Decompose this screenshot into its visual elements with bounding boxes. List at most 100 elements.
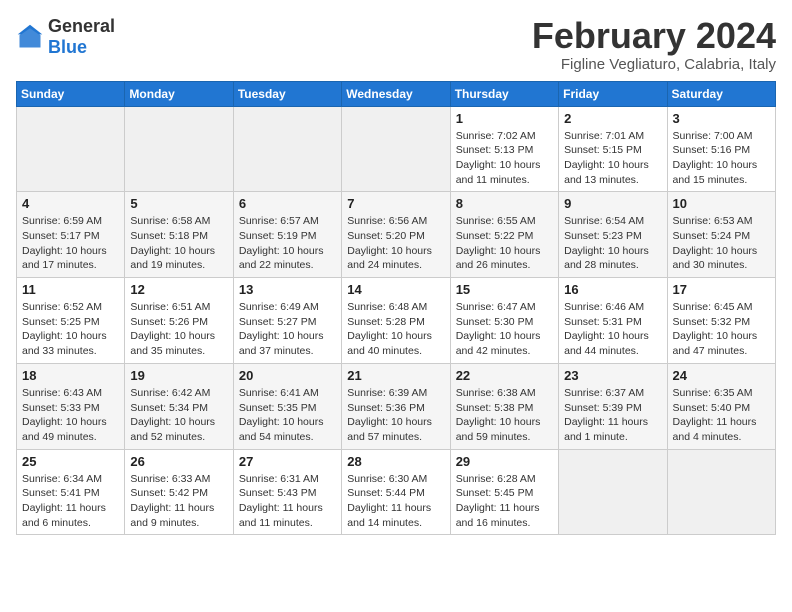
day-info: Sunrise: 6:54 AMSunset: 5:23 PMDaylight:…: [564, 214, 661, 273]
day-number: 25: [22, 454, 119, 469]
day-cell-2: 2Sunrise: 7:01 AMSunset: 5:15 PMDaylight…: [559, 106, 667, 192]
day-number: 7: [347, 196, 444, 211]
weekday-header-row: SundayMondayTuesdayWednesdayThursdayFrid…: [17, 81, 776, 106]
day-info: Sunrise: 6:58 AMSunset: 5:18 PMDaylight:…: [130, 214, 227, 273]
day-number: 29: [456, 454, 553, 469]
day-number: 28: [347, 454, 444, 469]
day-cell-28: 28 Sunrise: 6:30 AMSunset: 5:44 PMDayligh…: [342, 449, 450, 535]
day-number: 19: [130, 368, 227, 383]
logo-text-general: General: [48, 16, 115, 36]
day-number: 8: [456, 196, 553, 211]
weekday-header-tuesday: Tuesday: [233, 81, 341, 106]
day-cell-13: 13 Sunrise: 6:49 AMSunset: 5:27 PMDayligh…: [233, 278, 341, 364]
day-number: 1: [456, 111, 553, 126]
weekday-header-saturday: Saturday: [667, 81, 775, 106]
day-cell-25: 25 Sunrise: 6:34 AMSunset: 5:41 PMDayligh…: [17, 449, 125, 535]
logo-text-blue: Blue: [48, 37, 87, 57]
day-number: 16: [564, 282, 661, 297]
day-info: Sunrise: 6:59 AMSunset: 5:17 PMDaylight:…: [22, 214, 119, 273]
logo-text: General Blue: [48, 16, 115, 58]
day-cell-19: 19 Sunrise: 6:42 AMSunset: 5:34 PMDayligh…: [125, 363, 233, 449]
day-cell-3: 3Sunrise: 7:00 AMSunset: 5:16 PMDaylight…: [667, 106, 775, 192]
day-cell-18: 18Sunrise: 6:43 AMSunset: 5:33 PMDayligh…: [17, 363, 125, 449]
empty-cell: [342, 106, 450, 192]
day-number: 18: [22, 368, 119, 383]
day-cell-27: 27 Sunrise: 6:31 AMSunset: 5:43 PMDayligh…: [233, 449, 341, 535]
day-number: 21: [347, 368, 444, 383]
day-info: Sunrise: 6:39 AMSunset: 5:36 PMDaylight:…: [347, 386, 444, 445]
week-row-5: 25 Sunrise: 6:34 AMSunset: 5:41 PMDayligh…: [17, 449, 776, 535]
weekday-header-friday: Friday: [559, 81, 667, 106]
logo: General Blue: [16, 16, 115, 58]
week-row-4: 18Sunrise: 6:43 AMSunset: 5:33 PMDayligh…: [17, 363, 776, 449]
day-number: 24: [673, 368, 770, 383]
day-number: 22: [456, 368, 553, 383]
day-cell-9: 9 Sunrise: 6:54 AMSunset: 5:23 PMDaylight…: [559, 192, 667, 278]
day-cell-17: 17 Sunrise: 6:45 AMSunset: 5:32 PMDayligh…: [667, 278, 775, 364]
weekday-header-wednesday: Wednesday: [342, 81, 450, 106]
day-cell-23: 23Sunrise: 6:37 AMSunset: 5:39 PMDayligh…: [559, 363, 667, 449]
day-number: 11: [22, 282, 119, 297]
day-info: Sunrise: 6:49 AMSunset: 5:27 PMDaylight:…: [239, 300, 336, 359]
day-info: Sunrise: 6:28 AMSunset: 5:45 PMDaylight:…: [456, 472, 553, 531]
week-row-2: 4Sunrise: 6:59 AMSunset: 5:17 PMDaylight…: [17, 192, 776, 278]
day-info: Sunrise: 6:57 AMSunset: 5:19 PMDaylight:…: [239, 214, 336, 273]
day-number: 6: [239, 196, 336, 211]
day-cell-10: 10 Sunrise: 6:53 AMSunset: 5:24 PMDayligh…: [667, 192, 775, 278]
day-info: Sunrise: 6:38 AMSunset: 5:38 PMDaylight:…: [456, 386, 553, 445]
week-row-1: 1 Sunrise: 7:02 AMSunset: 5:13 PMDaylight…: [17, 106, 776, 192]
day-cell-16: 16 Sunrise: 6:46 AMSunset: 5:31 PMDayligh…: [559, 278, 667, 364]
week-row-3: 11 Sunrise: 6:52 AMSunset: 5:25 PMDayligh…: [17, 278, 776, 364]
day-cell-5: 5 Sunrise: 6:58 AMSunset: 5:18 PMDaylight…: [125, 192, 233, 278]
location: Figline Vegliaturo, Calabria, Italy: [532, 56, 776, 73]
day-cell-12: 12Sunrise: 6:51 AMSunset: 5:26 PMDayligh…: [125, 278, 233, 364]
title-block: February 2024 Figline Vegliaturo, Calabr…: [532, 16, 776, 73]
calendar-table: SundayMondayTuesdayWednesdayThursdayFrid…: [16, 81, 776, 536]
weekday-header-monday: Monday: [125, 81, 233, 106]
day-cell-20: 20Sunrise: 6:41 AMSunset: 5:35 PMDayligh…: [233, 363, 341, 449]
day-number: 9: [564, 196, 661, 211]
day-number: 14: [347, 282, 444, 297]
day-info: Sunrise: 6:46 AMSunset: 5:31 PMDaylight:…: [564, 300, 661, 359]
day-info: Sunrise: 6:30 AMSunset: 5:44 PMDaylight:…: [347, 472, 444, 531]
day-number: 2: [564, 111, 661, 126]
day-number: 10: [673, 196, 770, 211]
day-cell-1: 1 Sunrise: 7:02 AMSunset: 5:13 PMDaylight…: [450, 106, 558, 192]
day-info: Sunrise: 6:42 AMSunset: 5:34 PMDaylight:…: [130, 386, 227, 445]
day-cell-15: 15 Sunrise: 6:47 AMSunset: 5:30 PMDayligh…: [450, 278, 558, 364]
day-number: 13: [239, 282, 336, 297]
day-info: Sunrise: 6:35 AMSunset: 5:40 PMDaylight:…: [673, 386, 770, 445]
day-info: Sunrise: 6:48 AMSunset: 5:28 PMDaylight:…: [347, 300, 444, 359]
page-header: General Blue February 2024 Figline Vegli…: [16, 16, 776, 73]
month-title: February 2024: [532, 16, 776, 56]
day-cell-21: 21 Sunrise: 6:39 AMSunset: 5:36 PMDayligh…: [342, 363, 450, 449]
day-info: Sunrise: 7:02 AMSunset: 5:13 PMDaylight:…: [456, 129, 553, 188]
day-info: Sunrise: 7:00 AMSunset: 5:16 PMDaylight:…: [673, 129, 770, 188]
day-number: 15: [456, 282, 553, 297]
day-info: Sunrise: 6:31 AMSunset: 5:43 PMDaylight:…: [239, 472, 336, 531]
day-info: Sunrise: 6:45 AMSunset: 5:32 PMDaylight:…: [673, 300, 770, 359]
day-cell-22: 22 Sunrise: 6:38 AMSunset: 5:38 PMDayligh…: [450, 363, 558, 449]
day-info: Sunrise: 6:53 AMSunset: 5:24 PMDaylight:…: [673, 214, 770, 273]
day-cell-4: 4Sunrise: 6:59 AMSunset: 5:17 PMDaylight…: [17, 192, 125, 278]
day-number: 27: [239, 454, 336, 469]
day-cell-24: 24 Sunrise: 6:35 AMSunset: 5:40 PMDayligh…: [667, 363, 775, 449]
day-number: 23: [564, 368, 661, 383]
day-number: 17: [673, 282, 770, 297]
day-info: Sunrise: 6:41 AMSunset: 5:35 PMDaylight:…: [239, 386, 336, 445]
day-info: Sunrise: 6:55 AMSunset: 5:22 PMDaylight:…: [456, 214, 553, 273]
empty-cell: [559, 449, 667, 535]
empty-cell: [17, 106, 125, 192]
empty-cell: [233, 106, 341, 192]
day-cell-6: 6 Sunrise: 6:57 AMSunset: 5:19 PMDaylight…: [233, 192, 341, 278]
day-info: Sunrise: 6:56 AMSunset: 5:20 PMDaylight:…: [347, 214, 444, 273]
day-info: Sunrise: 6:52 AMSunset: 5:25 PMDaylight:…: [22, 300, 119, 359]
day-number: 5: [130, 196, 227, 211]
day-info: Sunrise: 6:51 AMSunset: 5:26 PMDaylight:…: [130, 300, 227, 359]
day-cell-14: 14 Sunrise: 6:48 AMSunset: 5:28 PMDayligh…: [342, 278, 450, 364]
empty-cell: [667, 449, 775, 535]
day-info: Sunrise: 6:47 AMSunset: 5:30 PMDaylight:…: [456, 300, 553, 359]
logo-icon: [16, 23, 44, 51]
day-cell-26: 26Sunrise: 6:33 AMSunset: 5:42 PMDayligh…: [125, 449, 233, 535]
day-info: Sunrise: 6:34 AMSunset: 5:41 PMDaylight:…: [22, 472, 119, 531]
